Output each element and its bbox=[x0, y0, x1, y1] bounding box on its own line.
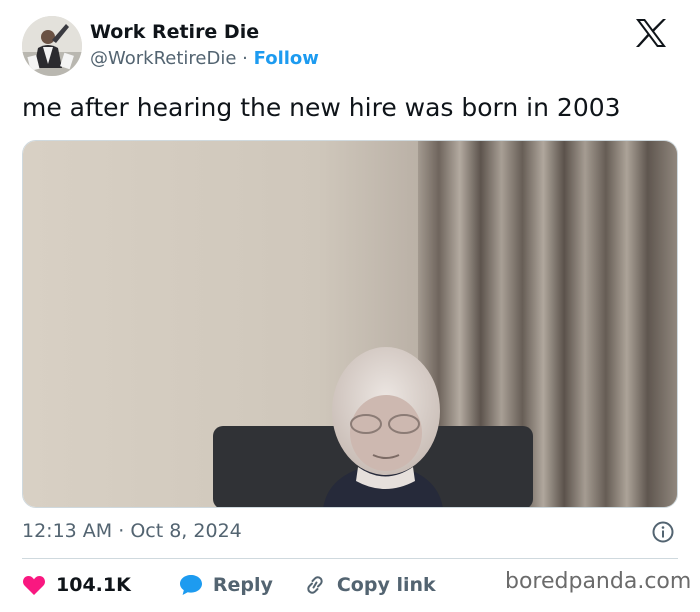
handle-separator: · bbox=[242, 48, 248, 69]
x-logo-icon[interactable] bbox=[634, 18, 668, 48]
author-handle[interactable]: @WorkRetireDie bbox=[90, 48, 236, 69]
tweet-text: me after hearing the new hire was born i… bbox=[22, 93, 621, 122]
avatar-photo bbox=[22, 16, 82, 76]
like-count: 104.1K bbox=[56, 574, 131, 596]
media-photo bbox=[23, 141, 677, 507]
author-handle-row: @WorkRetireDie · Follow bbox=[90, 48, 319, 69]
copy-link-label: Copy link bbox=[336, 574, 436, 596]
info-icon[interactable] bbox=[652, 521, 674, 543]
heart-icon bbox=[23, 576, 45, 595]
tweet-media[interactable] bbox=[22, 140, 678, 508]
like-button[interactable]: 104.1K bbox=[22, 574, 131, 596]
tweet-date: Oct 8, 2024 bbox=[130, 520, 242, 542]
avatar[interactable] bbox=[22, 16, 82, 76]
divider bbox=[22, 558, 678, 559]
tweet-time: 12:13 AM bbox=[22, 520, 113, 542]
author-name[interactable]: Work Retire Die bbox=[90, 21, 259, 43]
follow-button[interactable]: Follow bbox=[254, 48, 319, 69]
reply-label: Reply bbox=[212, 574, 273, 596]
speech-bubble-icon bbox=[179, 575, 202, 595]
tweet-timestamp[interactable]: 12:13 AM · Oct 8, 2024 bbox=[22, 520, 242, 542]
link-icon bbox=[307, 576, 323, 594]
copy-link-button[interactable]: Copy link bbox=[303, 574, 436, 596]
action-bar: 104.1K Reply Copy link bbox=[22, 568, 436, 602]
meta-separator: · bbox=[118, 520, 125, 542]
watermark: boredpanda.com bbox=[505, 569, 692, 594]
reply-button[interactable]: Reply bbox=[179, 574, 273, 596]
